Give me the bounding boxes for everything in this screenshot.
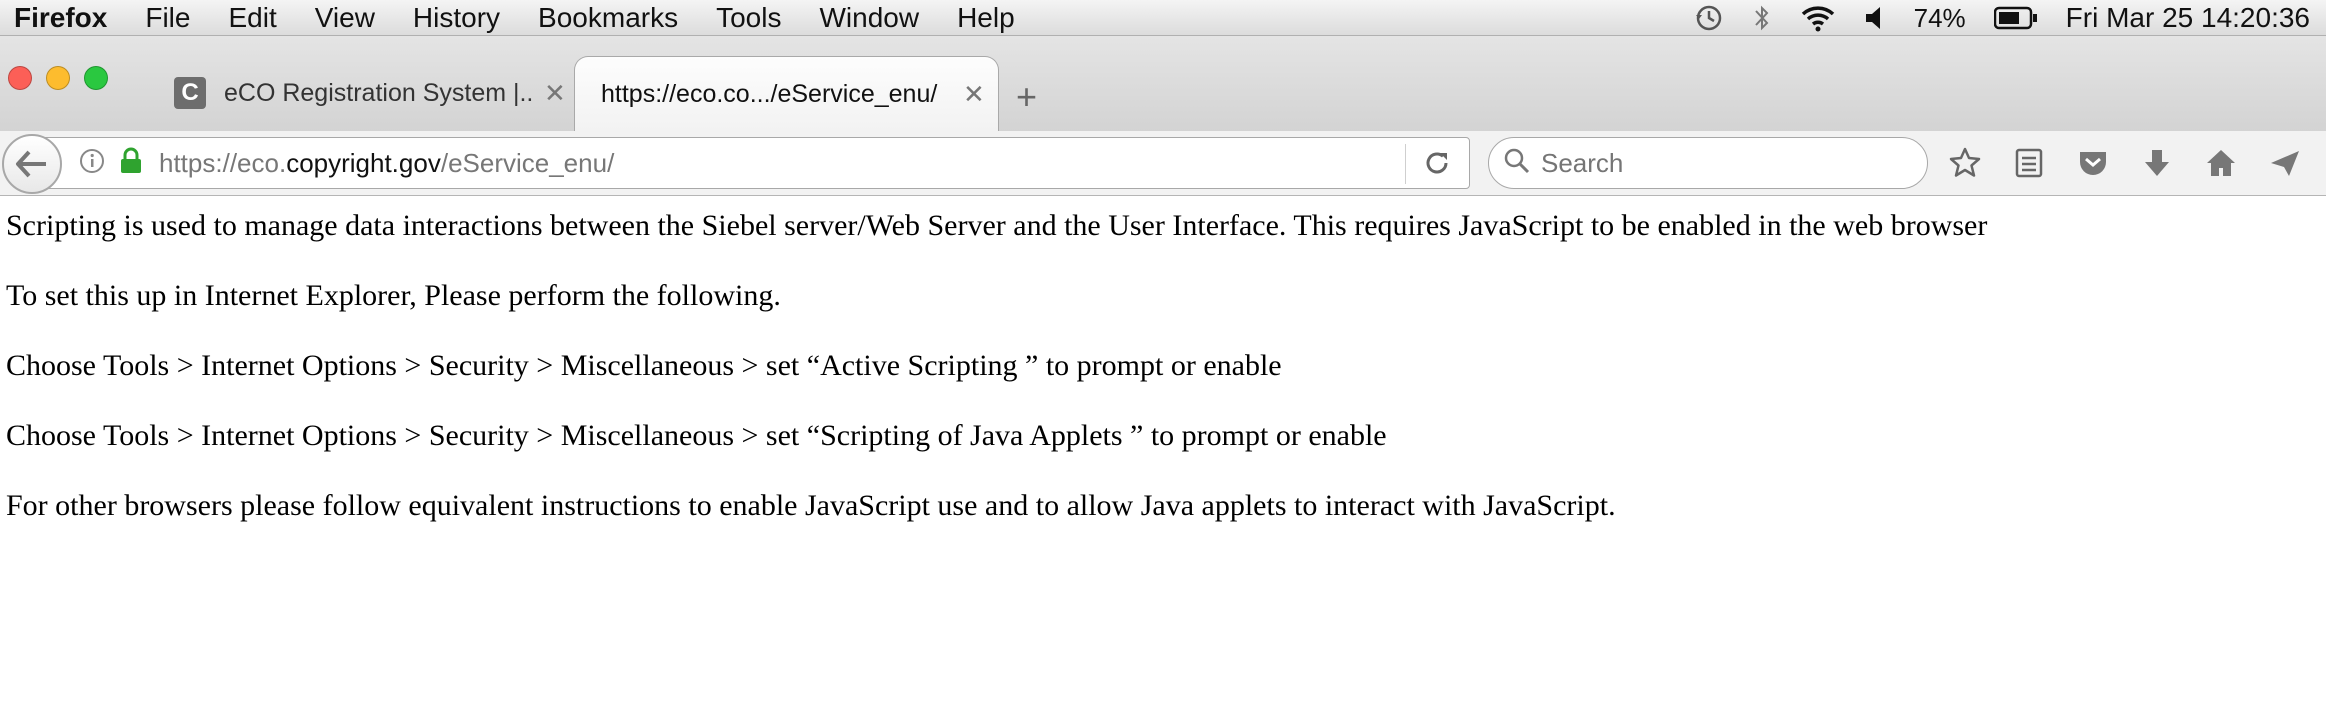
reading-list-icon[interactable] — [2009, 143, 2049, 183]
navigation-toolbar: https://eco.copyright.gov/eService_enu/ — [0, 131, 2326, 196]
secure-lock-icon[interactable] — [119, 147, 143, 180]
back-arrow-icon — [16, 150, 46, 178]
url-text[interactable]: https://eco.copyright.gov/eService_enu/ — [159, 148, 614, 179]
menu-clock[interactable]: Fri Mar 25 14:20:36 — [2066, 2, 2310, 34]
maximize-window-button[interactable] — [84, 66, 108, 90]
battery-percent: 74% — [1913, 2, 1966, 33]
new-tab-plus-icon[interactable]: + — [1016, 76, 1037, 118]
reload-icon[interactable] — [1421, 147, 1453, 184]
macos-menu-bar: Firefox File Edit View History Bookmarks… — [0, 0, 2326, 36]
menu-file[interactable]: File — [145, 2, 190, 34]
paragraph-active-scripting: Choose Tools > Internet Options > Securi… — [6, 349, 1282, 382]
tab-eco-registration[interactable]: C eCO Registration System |... ✕ — [160, 58, 570, 128]
menu-help[interactable]: Help — [957, 2, 1015, 34]
paragraph-ie-setup: To set this up in Internet Explorer, Ple… — [6, 279, 781, 312]
battery-icon[interactable] — [1993, 0, 2038, 36]
wifi-icon[interactable] — [1800, 0, 1836, 36]
tab-title: https://eco.co.../eService_enu/ — [601, 80, 938, 108]
bookmark-star-icon[interactable] — [1945, 143, 1985, 183]
window-controls — [8, 66, 108, 90]
paragraph-other-browsers: For other browsers please follow equival… — [6, 489, 1616, 522]
menu-edit[interactable]: Edit — [228, 2, 276, 34]
url-suffix: /eService_enu/ — [440, 147, 615, 178]
menu-view[interactable]: View — [315, 2, 375, 34]
tab-close-icon[interactable]: ✕ — [963, 79, 985, 110]
tab-strip: C eCO Registration System |... ✕ https:/… — [0, 36, 2326, 132]
url-bar-divider — [1405, 144, 1406, 184]
menu-history[interactable]: History — [413, 2, 500, 34]
menu-window[interactable]: Window — [819, 2, 919, 34]
search-input[interactable] — [1541, 147, 1911, 179]
home-icon[interactable] — [2201, 143, 2241, 183]
paragraph-scripting-intro: Scripting is used to manage data interac… — [6, 209, 1988, 242]
volume-icon[interactable] — [1864, 0, 1886, 36]
bluetooth-icon[interactable] — [1752, 0, 1772, 36]
url-prefix: https://eco. — [159, 147, 287, 178]
paragraph-java-applets: Choose Tools > Internet Options > Securi… — [6, 419, 1387, 452]
minimize-window-button[interactable] — [46, 66, 70, 90]
back-button[interactable] — [2, 134, 62, 194]
time-machine-icon[interactable] — [1694, 0, 1724, 36]
search-icon — [1503, 147, 1531, 180]
close-window-button[interactable] — [8, 66, 32, 90]
site-info-icon[interactable] — [79, 148, 105, 179]
download-icon[interactable] — [2137, 143, 2177, 183]
tab-title: eCO Registration System |... — [224, 78, 534, 107]
pocket-icon[interactable] — [2073, 143, 2113, 183]
eco-favicon-icon: C — [174, 77, 206, 109]
share-icon[interactable] — [2265, 143, 2305, 183]
status-area: 74% Fri Mar 25 14:20:36 — [1694, 0, 2310, 36]
tab-eservice-active[interactable]: https://eco.co.../eService_enu/ ✕ — [574, 56, 999, 132]
tab-close-icon[interactable]: ✕ — [544, 78, 566, 109]
page-content: Scripting is used to manage data interac… — [6, 206, 2306, 556]
menu-bookmarks[interactable]: Bookmarks — [538, 2, 678, 34]
url-bar[interactable]: https://eco.copyright.gov/eService_enu/ — [40, 137, 1470, 189]
toolbar-icons — [1945, 143, 2305, 183]
app-menu-firefox[interactable]: Firefox — [14, 2, 107, 34]
search-bar[interactable] — [1488, 137, 1928, 189]
menu-tools[interactable]: Tools — [716, 2, 781, 34]
url-domain: copyright.gov — [286, 147, 441, 178]
